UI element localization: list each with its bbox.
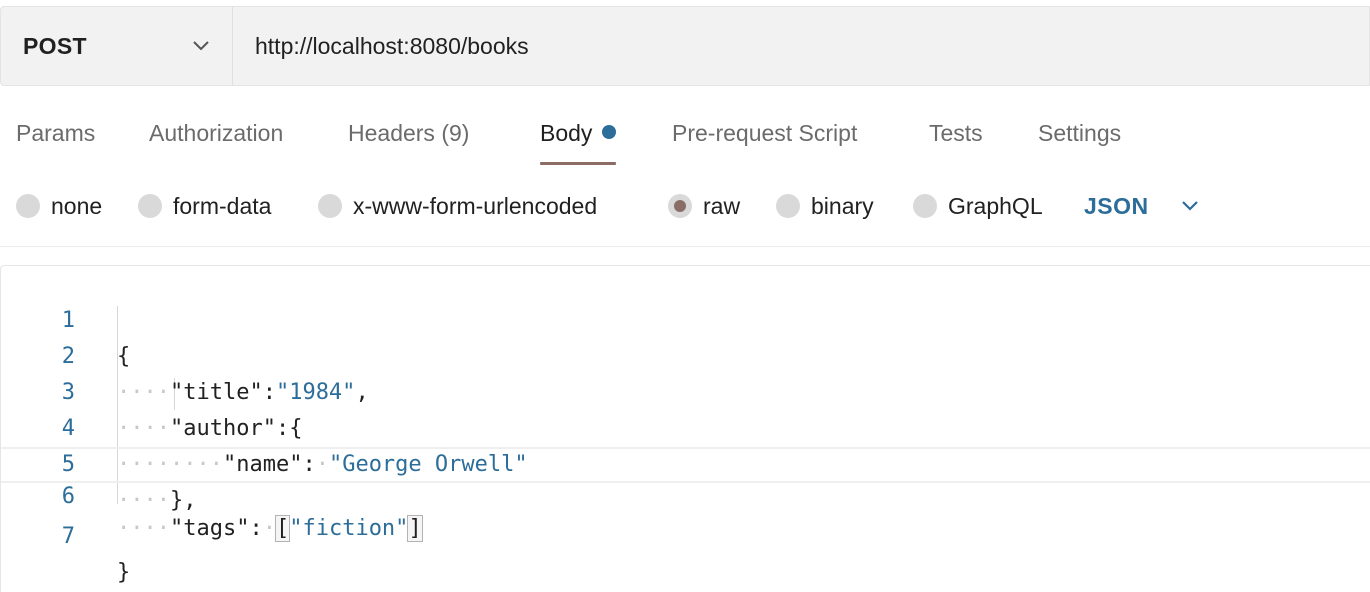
tab-settings[interactable]: Settings (1038, 104, 1121, 168)
request-tabs: Params Authorization Headers (9) Body Pr… (0, 104, 1370, 168)
tab-tests[interactable]: Tests (929, 104, 983, 168)
radio-circle (776, 194, 800, 218)
tab-authorization[interactable]: Authorization (149, 104, 283, 168)
radio-none[interactable]: none (16, 186, 102, 226)
radio-label: x-www-form-urlencoded (353, 192, 598, 219)
radio-circle (138, 194, 162, 218)
code-line: 1 { (1, 267, 1370, 369)
active-tab-underline (540, 162, 617, 165)
radio-x-www-form-urlencoded[interactable]: x-www-form-urlencoded (318, 186, 597, 226)
url-input[interactable]: http://localhost:8080/books (232, 6, 1370, 86)
code-line: 7 } (1, 483, 1370, 585)
tab-body[interactable]: Body (540, 104, 617, 168)
tab-headers[interactable]: Headers (9) (348, 104, 469, 168)
radio-circle (16, 194, 40, 218)
radio-label: raw (703, 192, 741, 219)
url-text: http://localhost:8080/books (255, 32, 529, 59)
format-label: JSON (1084, 192, 1149, 219)
radio-circle (318, 194, 342, 218)
radio-label: none (51, 192, 103, 219)
method-select[interactable]: POST (0, 6, 232, 86)
tab-pre-request-script[interactable]: Pre-request Script (672, 104, 857, 168)
radio-label: form-data (173, 192, 272, 219)
body-type-options: none form-data x-www-form-urlencoded raw… (0, 186, 1370, 226)
code-line-current: 6 ····"tags":·["fiction"] (1, 447, 1370, 542)
tab-label: Body (540, 120, 593, 146)
radio-graphql[interactable]: GraphQL (913, 186, 1043, 226)
code-editor[interactable]: 1 { 2 ····"title":"1984", 3 ····"author"… (0, 265, 1370, 592)
chevron-down-icon (1181, 200, 1199, 212)
radio-circle (913, 194, 937, 218)
chevron-down-icon (192, 37, 210, 55)
code-line: 2 ····"title":"1984", (1, 303, 1370, 405)
modified-dot-icon (602, 125, 617, 139)
radio-label: GraphQL (948, 192, 1043, 219)
tab-params[interactable]: Params (16, 104, 95, 168)
radio-raw[interactable]: raw (668, 186, 740, 226)
code-line: 5 ····}, (1, 411, 1370, 513)
tab-label: Settings (1038, 120, 1122, 146)
code-line: 4 ········"name":·"George Orwell" (1, 375, 1370, 477)
request-bar: POST http://localhost:8080/books (0, 6, 1370, 86)
radio-circle-checked (668, 194, 692, 218)
line-number: 7 (61, 524, 75, 549)
tab-label: Authorization (149, 120, 284, 146)
radio-label: binary (811, 192, 874, 219)
radio-binary[interactable]: binary (776, 186, 874, 226)
tab-label: Pre-request Script (672, 120, 858, 146)
radio-form-data[interactable]: form-data (138, 186, 271, 226)
format-select[interactable]: JSON (1084, 186, 1199, 226)
tab-label: Headers (348, 120, 435, 146)
code-line: 3 ····"author":{ (1, 339, 1370, 441)
tab-label: Tests (929, 120, 983, 146)
tab-label: Params (16, 120, 96, 146)
method-label: POST (23, 32, 87, 59)
code-text: } (117, 560, 131, 585)
headers-count: (9) (441, 120, 470, 146)
section-divider (0, 246, 1370, 247)
